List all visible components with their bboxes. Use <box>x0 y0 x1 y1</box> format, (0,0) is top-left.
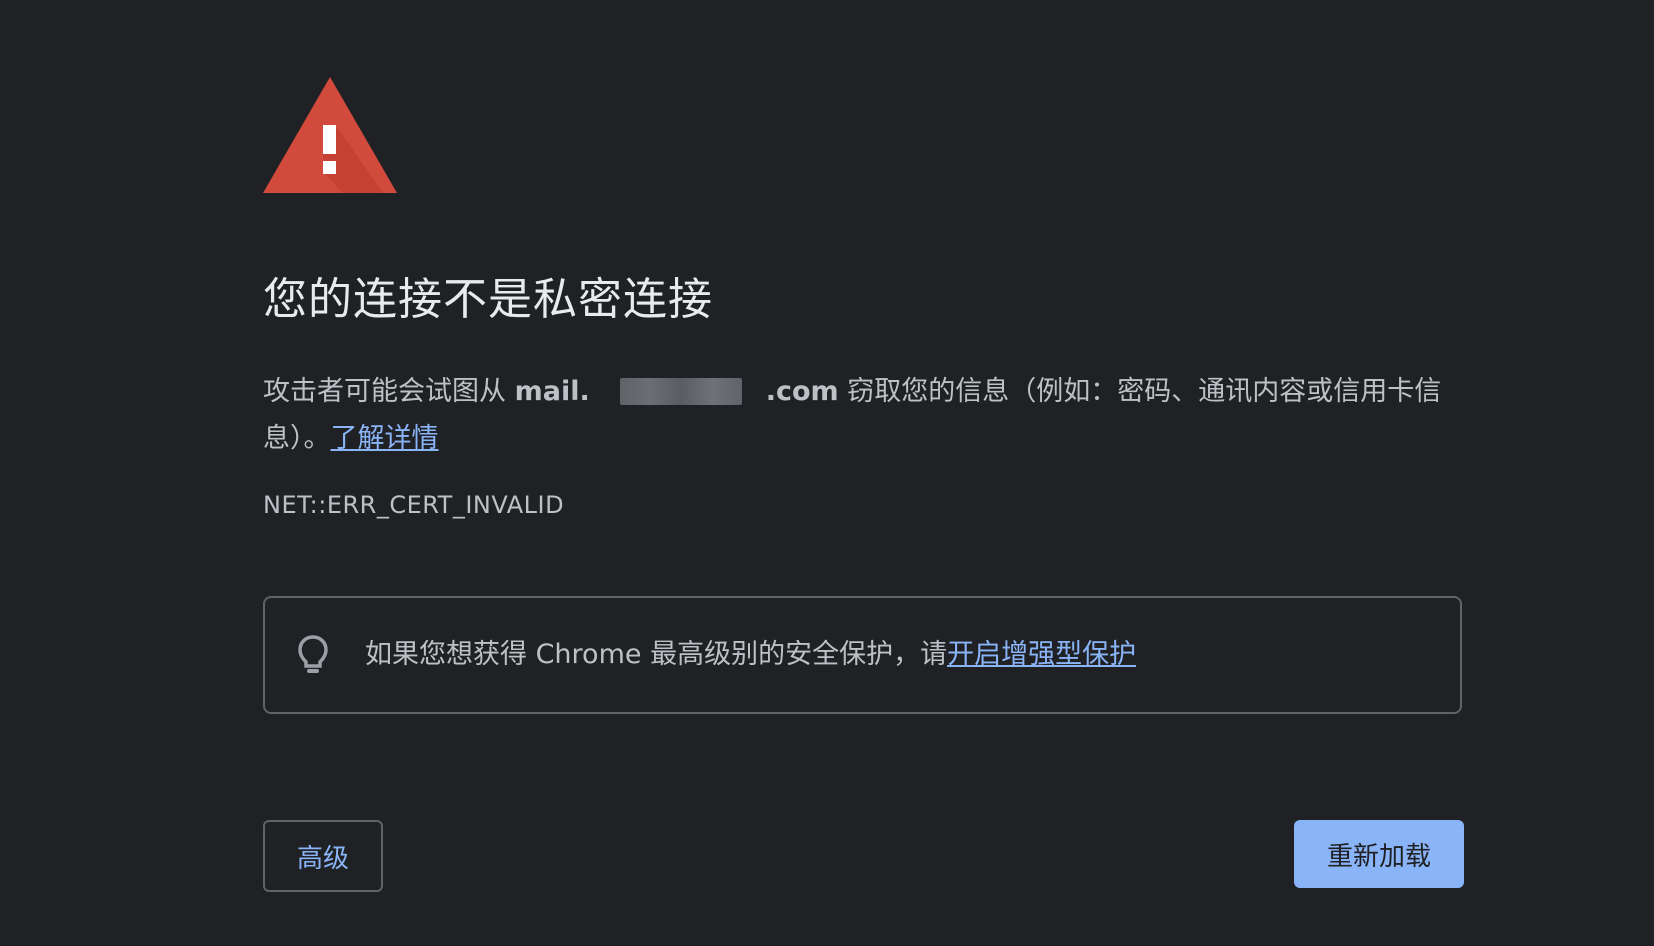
reload-button[interactable]: 重新加载 <box>1294 820 1464 888</box>
lightbulb-icon <box>298 635 328 673</box>
redacted-hostname <box>619 378 742 405</box>
tip-message: 如果您想获得 Chrome 最高级别的安全保护，请 <box>365 639 948 670</box>
interstitial-page: 您的连接不是私密连接 攻击者可能会试图从 mail. .com 窃取您的信息（例如… <box>0 0 1654 946</box>
host-start: mail. <box>514 376 590 407</box>
warning-description: 攻击者可能会试图从 mail. .com 窃取您的信息（例如：密码、通讯内容或信用… <box>263 368 1463 462</box>
enable-enhanced-protection-link[interactable]: 开启增强型保护 <box>947 639 1136 670</box>
page-title: 您的连接不是私密连接 <box>263 274 713 325</box>
enhanced-protection-tip: 如果您想获得 Chrome 最高级别的安全保护，请开启增强型保护 <box>263 596 1462 714</box>
error-code: NET::ERR_CERT_INVALID <box>263 491 565 519</box>
tip-text: 如果您想获得 Chrome 最高级别的安全保护，请开启增强型保护 <box>365 635 1136 675</box>
description-prefix: 攻击者可能会试图从 <box>263 376 506 407</box>
learn-more-link[interactable]: 了解详情 <box>331 423 439 454</box>
advanced-button[interactable]: 高级 <box>263 820 383 892</box>
host-end: .com <box>765 376 839 407</box>
warning-triangle-icon <box>263 77 397 193</box>
